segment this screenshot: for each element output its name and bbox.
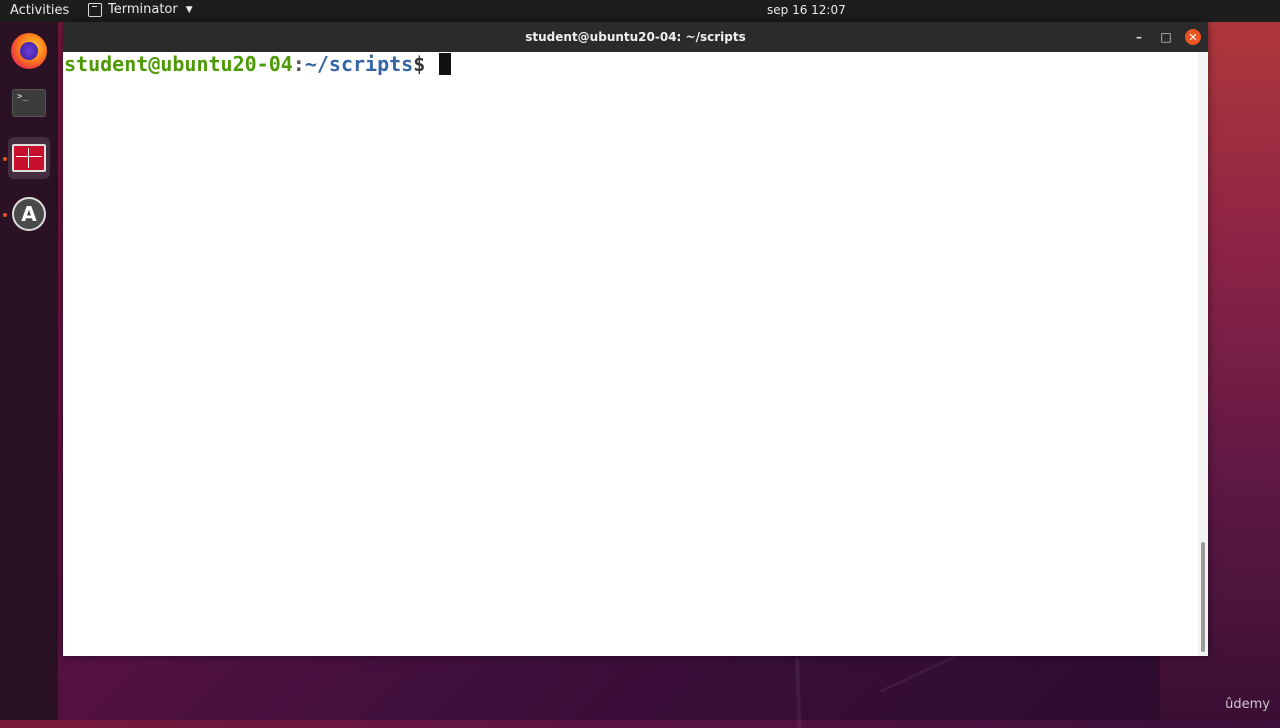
software-center-icon: A bbox=[12, 197, 46, 231]
window-titlebar[interactable]: student@ubuntu20-04: ~/scripts – □ ✕ bbox=[63, 22, 1208, 52]
app-menu-label: Terminator bbox=[108, 2, 178, 17]
dock-item-firefox[interactable] bbox=[8, 30, 50, 72]
app-menu[interactable]: Terminator ▼ bbox=[88, 2, 193, 17]
scrollbar-thumb[interactable] bbox=[1201, 542, 1205, 652]
prompt-colon: : bbox=[292, 52, 305, 76]
terminal-icon: >_ bbox=[12, 89, 46, 117]
prompt-symbol: $ bbox=[413, 52, 438, 76]
shell-prompt: student@ubuntu20-04:~/scripts$ bbox=[64, 52, 452, 76]
terminator-app-icon bbox=[88, 2, 102, 17]
text-cursor bbox=[439, 53, 452, 75]
terminator-icon bbox=[12, 144, 46, 172]
prompt-user: student@ubuntu20-04 bbox=[64, 52, 293, 76]
prompt-path: ~/scripts bbox=[304, 52, 414, 76]
running-indicator bbox=[3, 213, 7, 217]
firefox-icon bbox=[11, 33, 47, 69]
dock: >_ A bbox=[0, 22, 58, 720]
running-indicator bbox=[3, 157, 7, 161]
minimize-button[interactable]: – bbox=[1131, 29, 1147, 45]
scrollbar[interactable] bbox=[1198, 52, 1208, 656]
chevron-down-icon: ▼ bbox=[185, 4, 193, 15]
close-button[interactable]: ✕ bbox=[1185, 29, 1201, 45]
dock-item-terminator[interactable] bbox=[8, 137, 50, 179]
window-title: student@ubuntu20-04: ~/scripts bbox=[525, 30, 746, 44]
activities-button[interactable]: Activities bbox=[10, 3, 69, 18]
udemy-watermark: ûdemy bbox=[1225, 697, 1270, 712]
terminal-window: student@ubuntu20-04: ~/scripts – □ ✕ stu… bbox=[63, 22, 1208, 656]
wallpaper-stripe bbox=[795, 657, 802, 728]
dock-item-software-center[interactable]: A bbox=[8, 193, 50, 235]
clock[interactable]: sep 16 12:07 bbox=[767, 3, 846, 17]
maximize-button[interactable]: □ bbox=[1158, 29, 1174, 45]
top-bar: Activities Terminator ▼ sep 16 12:07 bbox=[0, 0, 1280, 22]
terminal-area[interactable]: student@ubuntu20-04:~/scripts$ bbox=[63, 52, 1198, 656]
dock-item-terminal[interactable]: >_ bbox=[8, 82, 50, 124]
